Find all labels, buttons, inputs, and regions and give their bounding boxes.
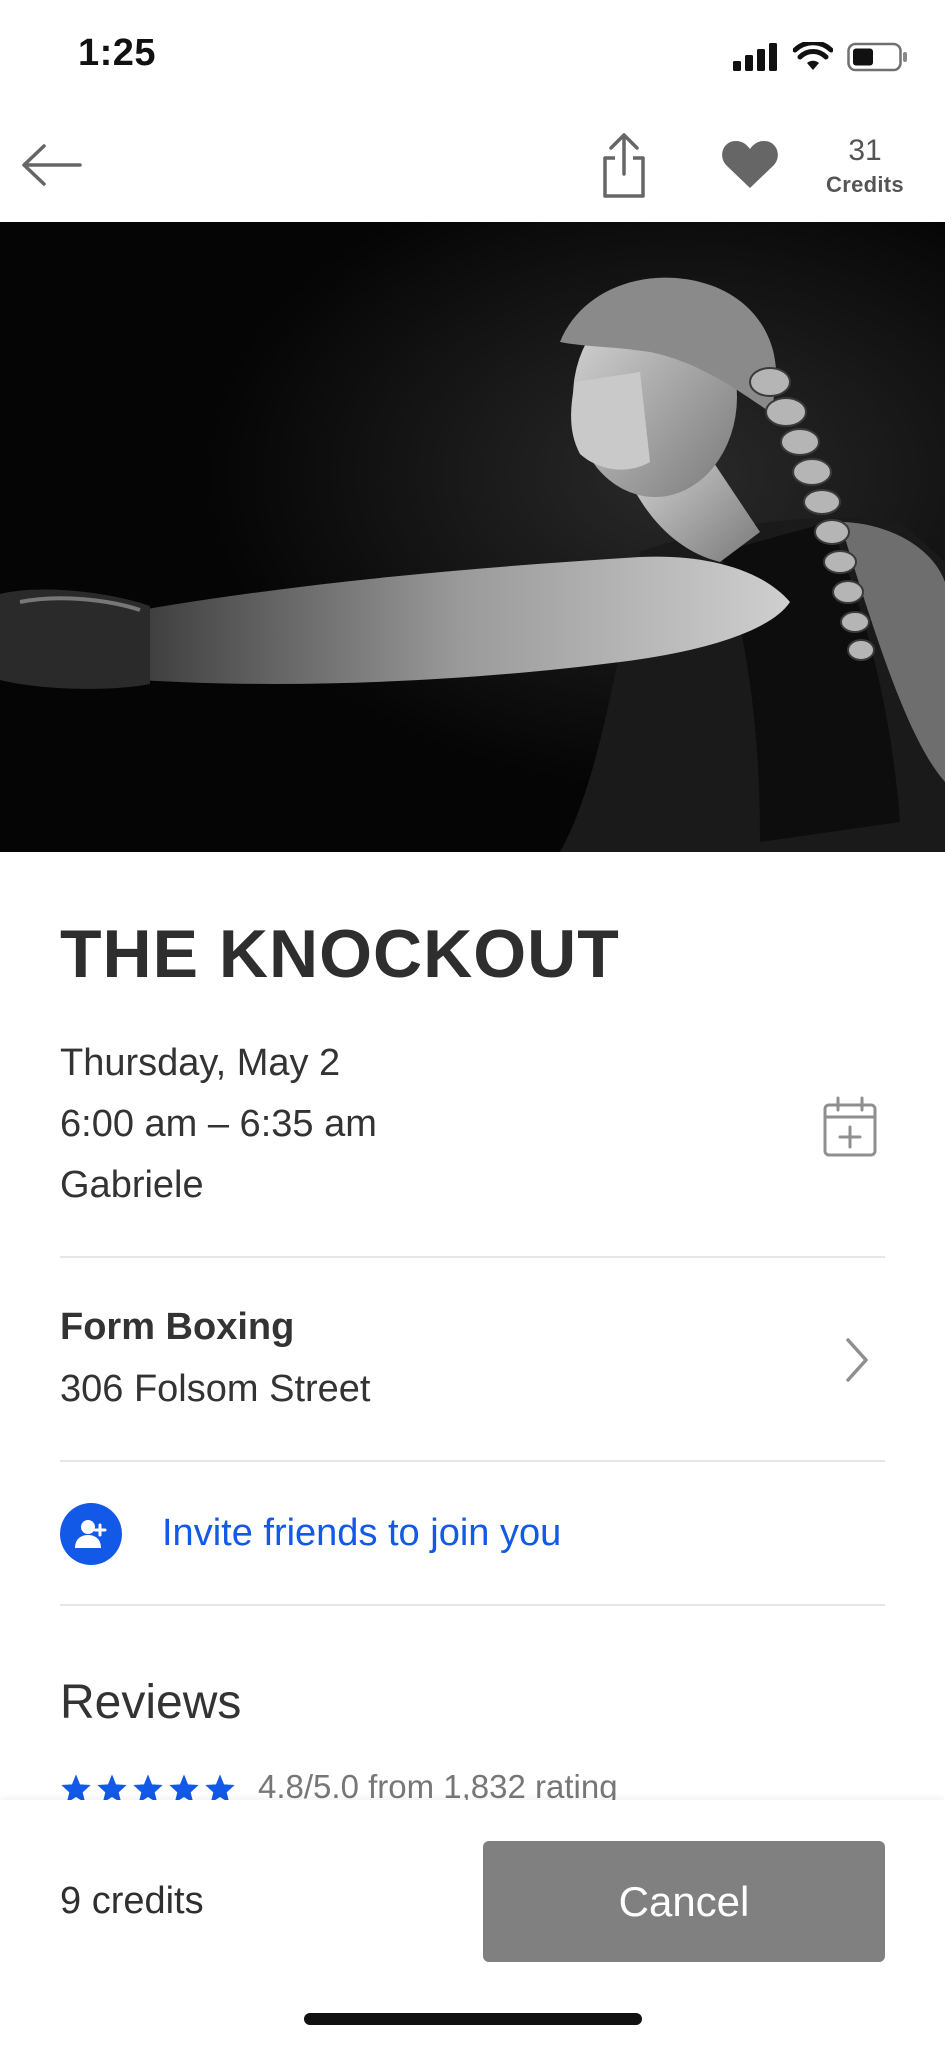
invite-friends-link[interactable]: Invite friends to join you [162,1512,561,1555]
credits-balance: 31 Credits [815,136,915,198]
class-price: 9 credits [60,1880,204,1922]
status-icons [733,40,909,74]
calendar-add-icon [823,1096,877,1157]
reviews-title: Reviews [60,1676,242,1729]
class-title: THE KNOCKOUT [60,916,620,992]
divider [60,1460,885,1462]
wifi-icon [793,42,833,70]
rating-summary: 4.8/5.0 from 1,832 rating [258,1768,618,1804]
share-icon [603,133,645,198]
arrow-left-icon [22,144,82,186]
studio-name: Form Boxing [60,1306,295,1348]
class-date: Thursday, May 2 [60,1042,341,1084]
signal-icon [733,43,777,71]
back-button[interactable] [16,135,86,195]
chevron-right-icon [842,1336,872,1384]
share-button[interactable] [592,128,656,204]
home-indicator [304,2013,642,2025]
add-to-calendar-button[interactable] [820,1095,880,1159]
add-friend-icon [60,1503,122,1565]
credits-label: Credits [826,172,904,197]
cancel-button[interactable]: Cancel [483,1841,885,1962]
favorite-button[interactable] [718,132,782,196]
class-time: 6:00 am – 6:35 am [60,1103,377,1145]
credits-count: 31 [848,134,882,167]
heart-icon [722,141,778,188]
battery-icon [847,42,907,72]
divider [60,1604,885,1606]
class-instructor: Gabriele [60,1164,204,1206]
class-hero-image [0,222,945,852]
studio-address: 306 Folsom Street [60,1368,371,1410]
studio-row[interactable] [0,1270,945,1460]
status-time: 1:25 [78,32,157,74]
divider [60,1256,885,1258]
